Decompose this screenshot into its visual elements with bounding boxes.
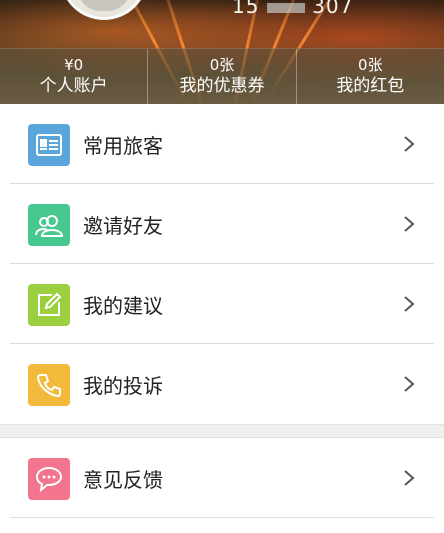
stat-account[interactable]: ¥0 个人账户 [0, 49, 147, 104]
menu-item-label: 常用旅客 [83, 133, 163, 158]
phone-icon [28, 364, 70, 406]
stat-account-value: ¥0 [64, 56, 84, 74]
stat-coupons-value: 0张 [209, 56, 235, 74]
stat-coupons[interactable]: 0张 我的优惠券 [147, 49, 295, 104]
phone-suffix: 307 [312, 0, 354, 18]
divider [10, 517, 434, 518]
menu-item-label: 邀请好友 [83, 213, 163, 238]
phone-number: 15 307 [232, 0, 353, 18]
account-stats: ¥0 个人账户 0张 我的优惠券 0张 我的红包 [0, 48, 444, 104]
menu-item-my-complaints[interactable]: 我的投诉 [0, 344, 444, 424]
chevron-right-icon [404, 296, 415, 312]
phone-prefix: 15 [232, 0, 260, 18]
menu-item-label: 意见反馈 [83, 467, 163, 492]
chevron-right-icon [404, 216, 415, 232]
avatar-face [78, 0, 130, 11]
users-icon [28, 204, 70, 246]
section-gap [0, 424, 444, 438]
menu-list: 常用旅客 邀请好友 我的建议 我的投诉 意见反馈 [0, 104, 444, 518]
stat-red-packets-value: 0张 [358, 56, 383, 74]
menu-item-label: 我的投诉 [83, 373, 163, 398]
menu-item-frequent-travelers[interactable]: 常用旅客 [0, 104, 444, 184]
phone-mask [266, 2, 305, 13]
menu-item-invite-friends[interactable]: 邀请好友 [0, 184, 444, 264]
stat-red-packets-label: 我的红包 [336, 76, 405, 96]
contact-card-icon [28, 124, 70, 166]
menu-item-label: 我的建议 [83, 293, 163, 318]
chevron-right-icon [404, 376, 415, 392]
stat-account-label: 个人账户 [39, 76, 108, 96]
menu-item-feedback[interactable]: 意见反馈 [0, 438, 444, 518]
stat-coupons-label: 我的优惠券 [179, 76, 265, 96]
menu-item-my-suggestions[interactable]: 我的建议 [0, 264, 444, 344]
edit-icon [28, 284, 70, 326]
profile-header: 15 307 ¥0 个人账户 0张 我的优惠券 0张 我的红包 [0, 0, 444, 104]
chevron-right-icon [404, 136, 415, 152]
chat-icon [28, 458, 70, 500]
stat-red-packets[interactable]: 0张 我的红包 [295, 49, 444, 104]
chevron-right-icon [404, 470, 415, 486]
